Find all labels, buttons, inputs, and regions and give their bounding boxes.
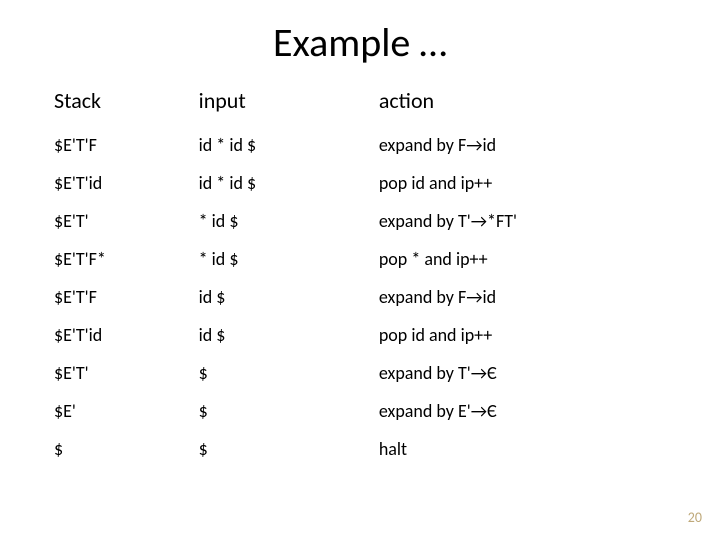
- slide: Example … Stack input action $E'T'F id *…: [0, 0, 720, 540]
- parse-table: Stack input action $E'T'F id * id $ expa…: [50, 81, 670, 468]
- cell-input: id * id $: [195, 126, 375, 164]
- table-row: $ $ halt: [50, 430, 670, 468]
- cell-stack: $E'T'F*: [50, 240, 195, 278]
- cell-action: expand by E'→Є: [375, 392, 670, 430]
- table-row: $E'T'F id $ expand by F→id: [50, 278, 670, 316]
- cell-action: expand by F→id: [375, 126, 670, 164]
- table-row: $E'T'id id $ pop id and ip++: [50, 316, 670, 354]
- slide-title: Example …: [0, 0, 720, 77]
- table-row: $E'T'F id * id $ expand by F→id: [50, 126, 670, 164]
- cell-input: $: [195, 354, 375, 392]
- cell-stack: $E'T': [50, 202, 195, 240]
- cell-input: id $: [195, 278, 375, 316]
- cell-action: expand by T'→Є: [375, 354, 670, 392]
- table-row: $E' $ expand by E'→Є: [50, 392, 670, 430]
- cell-input: $: [195, 430, 375, 468]
- cell-action: expand by F→id: [375, 278, 670, 316]
- cell-action: expand by T'→*FT': [375, 202, 670, 240]
- cell-action: pop id and ip++: [375, 316, 670, 354]
- table-row: $E'T'id id * id $ pop id and ip++: [50, 164, 670, 202]
- header-stack: Stack: [50, 81, 195, 126]
- cell-stack: $E': [50, 392, 195, 430]
- cell-input: id $: [195, 316, 375, 354]
- cell-input: * id $: [195, 240, 375, 278]
- cell-input: $: [195, 392, 375, 430]
- header-action: action: [375, 81, 670, 126]
- header-input: input: [195, 81, 375, 126]
- cell-action: halt: [375, 430, 670, 468]
- table-header-row: Stack input action: [50, 81, 670, 126]
- cell-action: pop id and ip++: [375, 164, 670, 202]
- cell-stack: $: [50, 430, 195, 468]
- table-row: $E'T'F* * id $ pop * and ip++: [50, 240, 670, 278]
- table-row: $E'T' * id $ expand by T'→*FT': [50, 202, 670, 240]
- cell-stack: $E'T'id: [50, 164, 195, 202]
- cell-stack: $E'T'F: [50, 278, 195, 316]
- cell-stack: $E'T': [50, 354, 195, 392]
- page-number: 20: [688, 509, 702, 526]
- cell-input: * id $: [195, 202, 375, 240]
- cell-stack: $E'T'id: [50, 316, 195, 354]
- cell-input: id * id $: [195, 164, 375, 202]
- table-row: $E'T' $ expand by T'→Є: [50, 354, 670, 392]
- cell-action: pop * and ip++: [375, 240, 670, 278]
- cell-stack: $E'T'F: [50, 126, 195, 164]
